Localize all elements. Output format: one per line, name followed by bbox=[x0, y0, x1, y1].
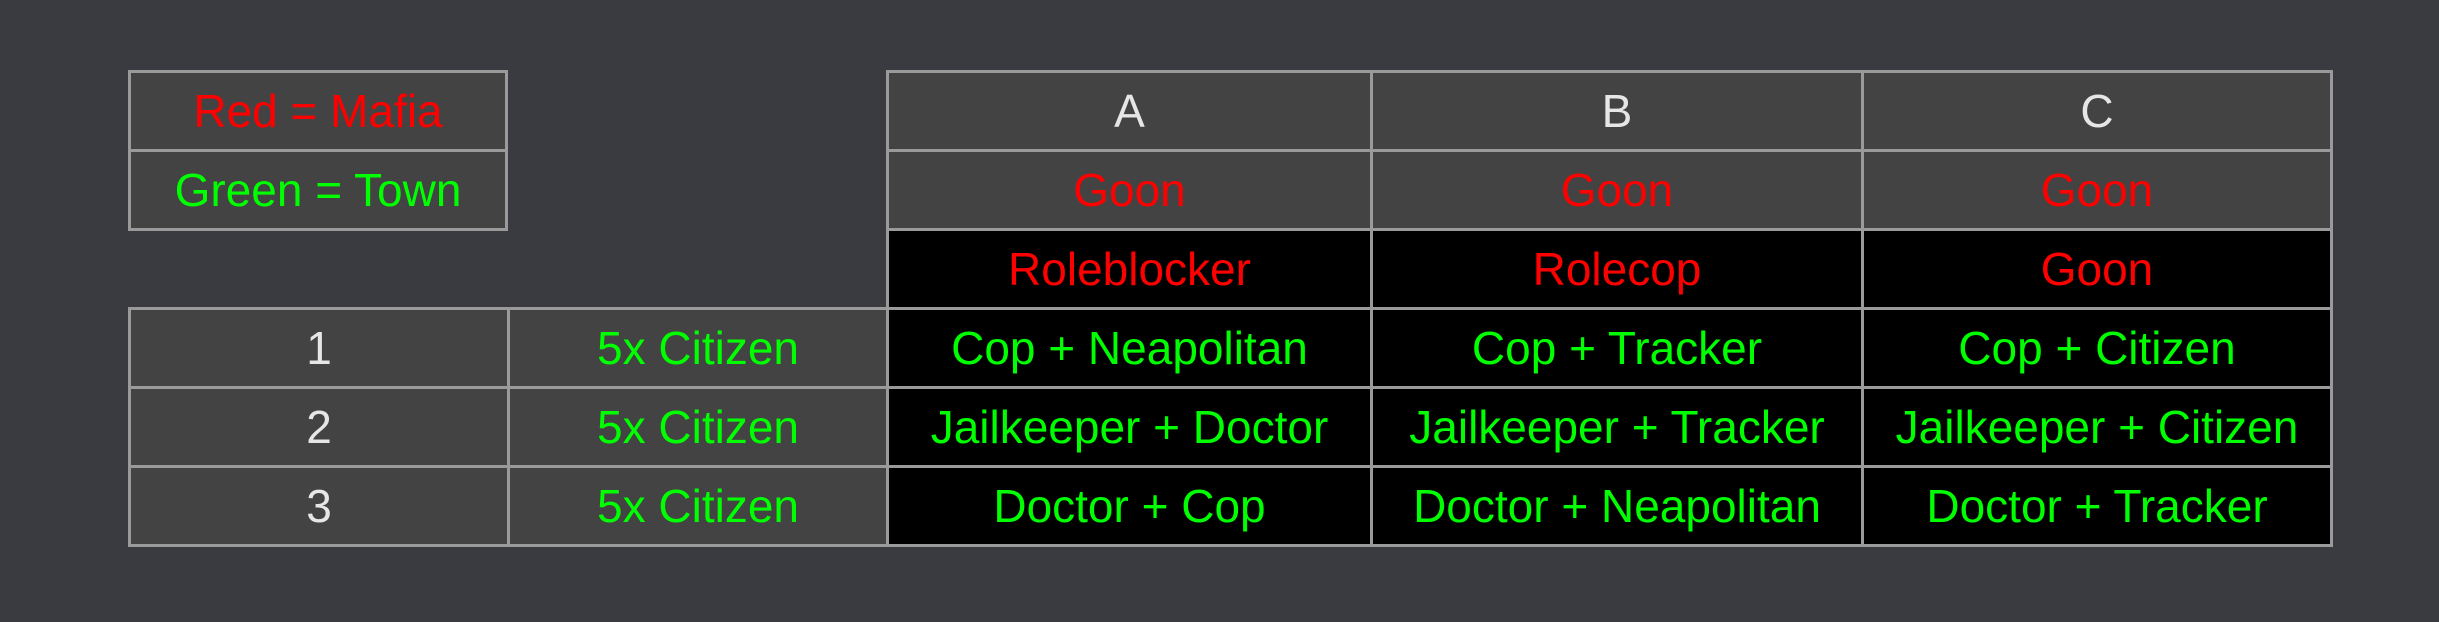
column-header-b: B bbox=[1370, 70, 1864, 152]
town-cell: Cop + Citizen bbox=[1861, 307, 2333, 389]
legend-town: Green = Town bbox=[128, 149, 508, 231]
town-base-cell: 5x Citizen bbox=[507, 386, 889, 468]
mafia-cell: Goon bbox=[1861, 228, 2333, 310]
row-label: 3 bbox=[128, 465, 510, 547]
mafia-cell: Goon bbox=[886, 149, 1373, 231]
mafia-cell: Goon bbox=[1370, 149, 1864, 231]
legend-mafia: Red = Mafia bbox=[128, 70, 508, 152]
town-cell: Cop + Tracker bbox=[1370, 307, 1864, 389]
row-label: 2 bbox=[128, 386, 510, 468]
column-header-c: C bbox=[1861, 70, 2333, 152]
mafia-cell: Goon bbox=[1861, 149, 2333, 231]
column-header-a: A bbox=[886, 70, 1373, 152]
town-cell: Jailkeeper + Doctor bbox=[886, 386, 1373, 468]
town-cell: Jailkeeper + Citizen bbox=[1861, 386, 2333, 468]
row-label: 1 bbox=[128, 307, 510, 389]
mafia-cell: Roleblocker bbox=[886, 228, 1373, 310]
town-cell: Doctor + Neapolitan bbox=[1370, 465, 1864, 547]
town-base-cell: 5x Citizen bbox=[507, 465, 889, 547]
town-base-cell: 5x Citizen bbox=[507, 307, 889, 389]
mafia-cell: Rolecop bbox=[1370, 228, 1864, 310]
town-cell: Doctor + Tracker bbox=[1861, 465, 2333, 547]
town-cell: Jailkeeper + Tracker bbox=[1370, 386, 1864, 468]
town-cell: Cop + Neapolitan bbox=[886, 307, 1373, 389]
town-cell: Doctor + Cop bbox=[886, 465, 1373, 547]
